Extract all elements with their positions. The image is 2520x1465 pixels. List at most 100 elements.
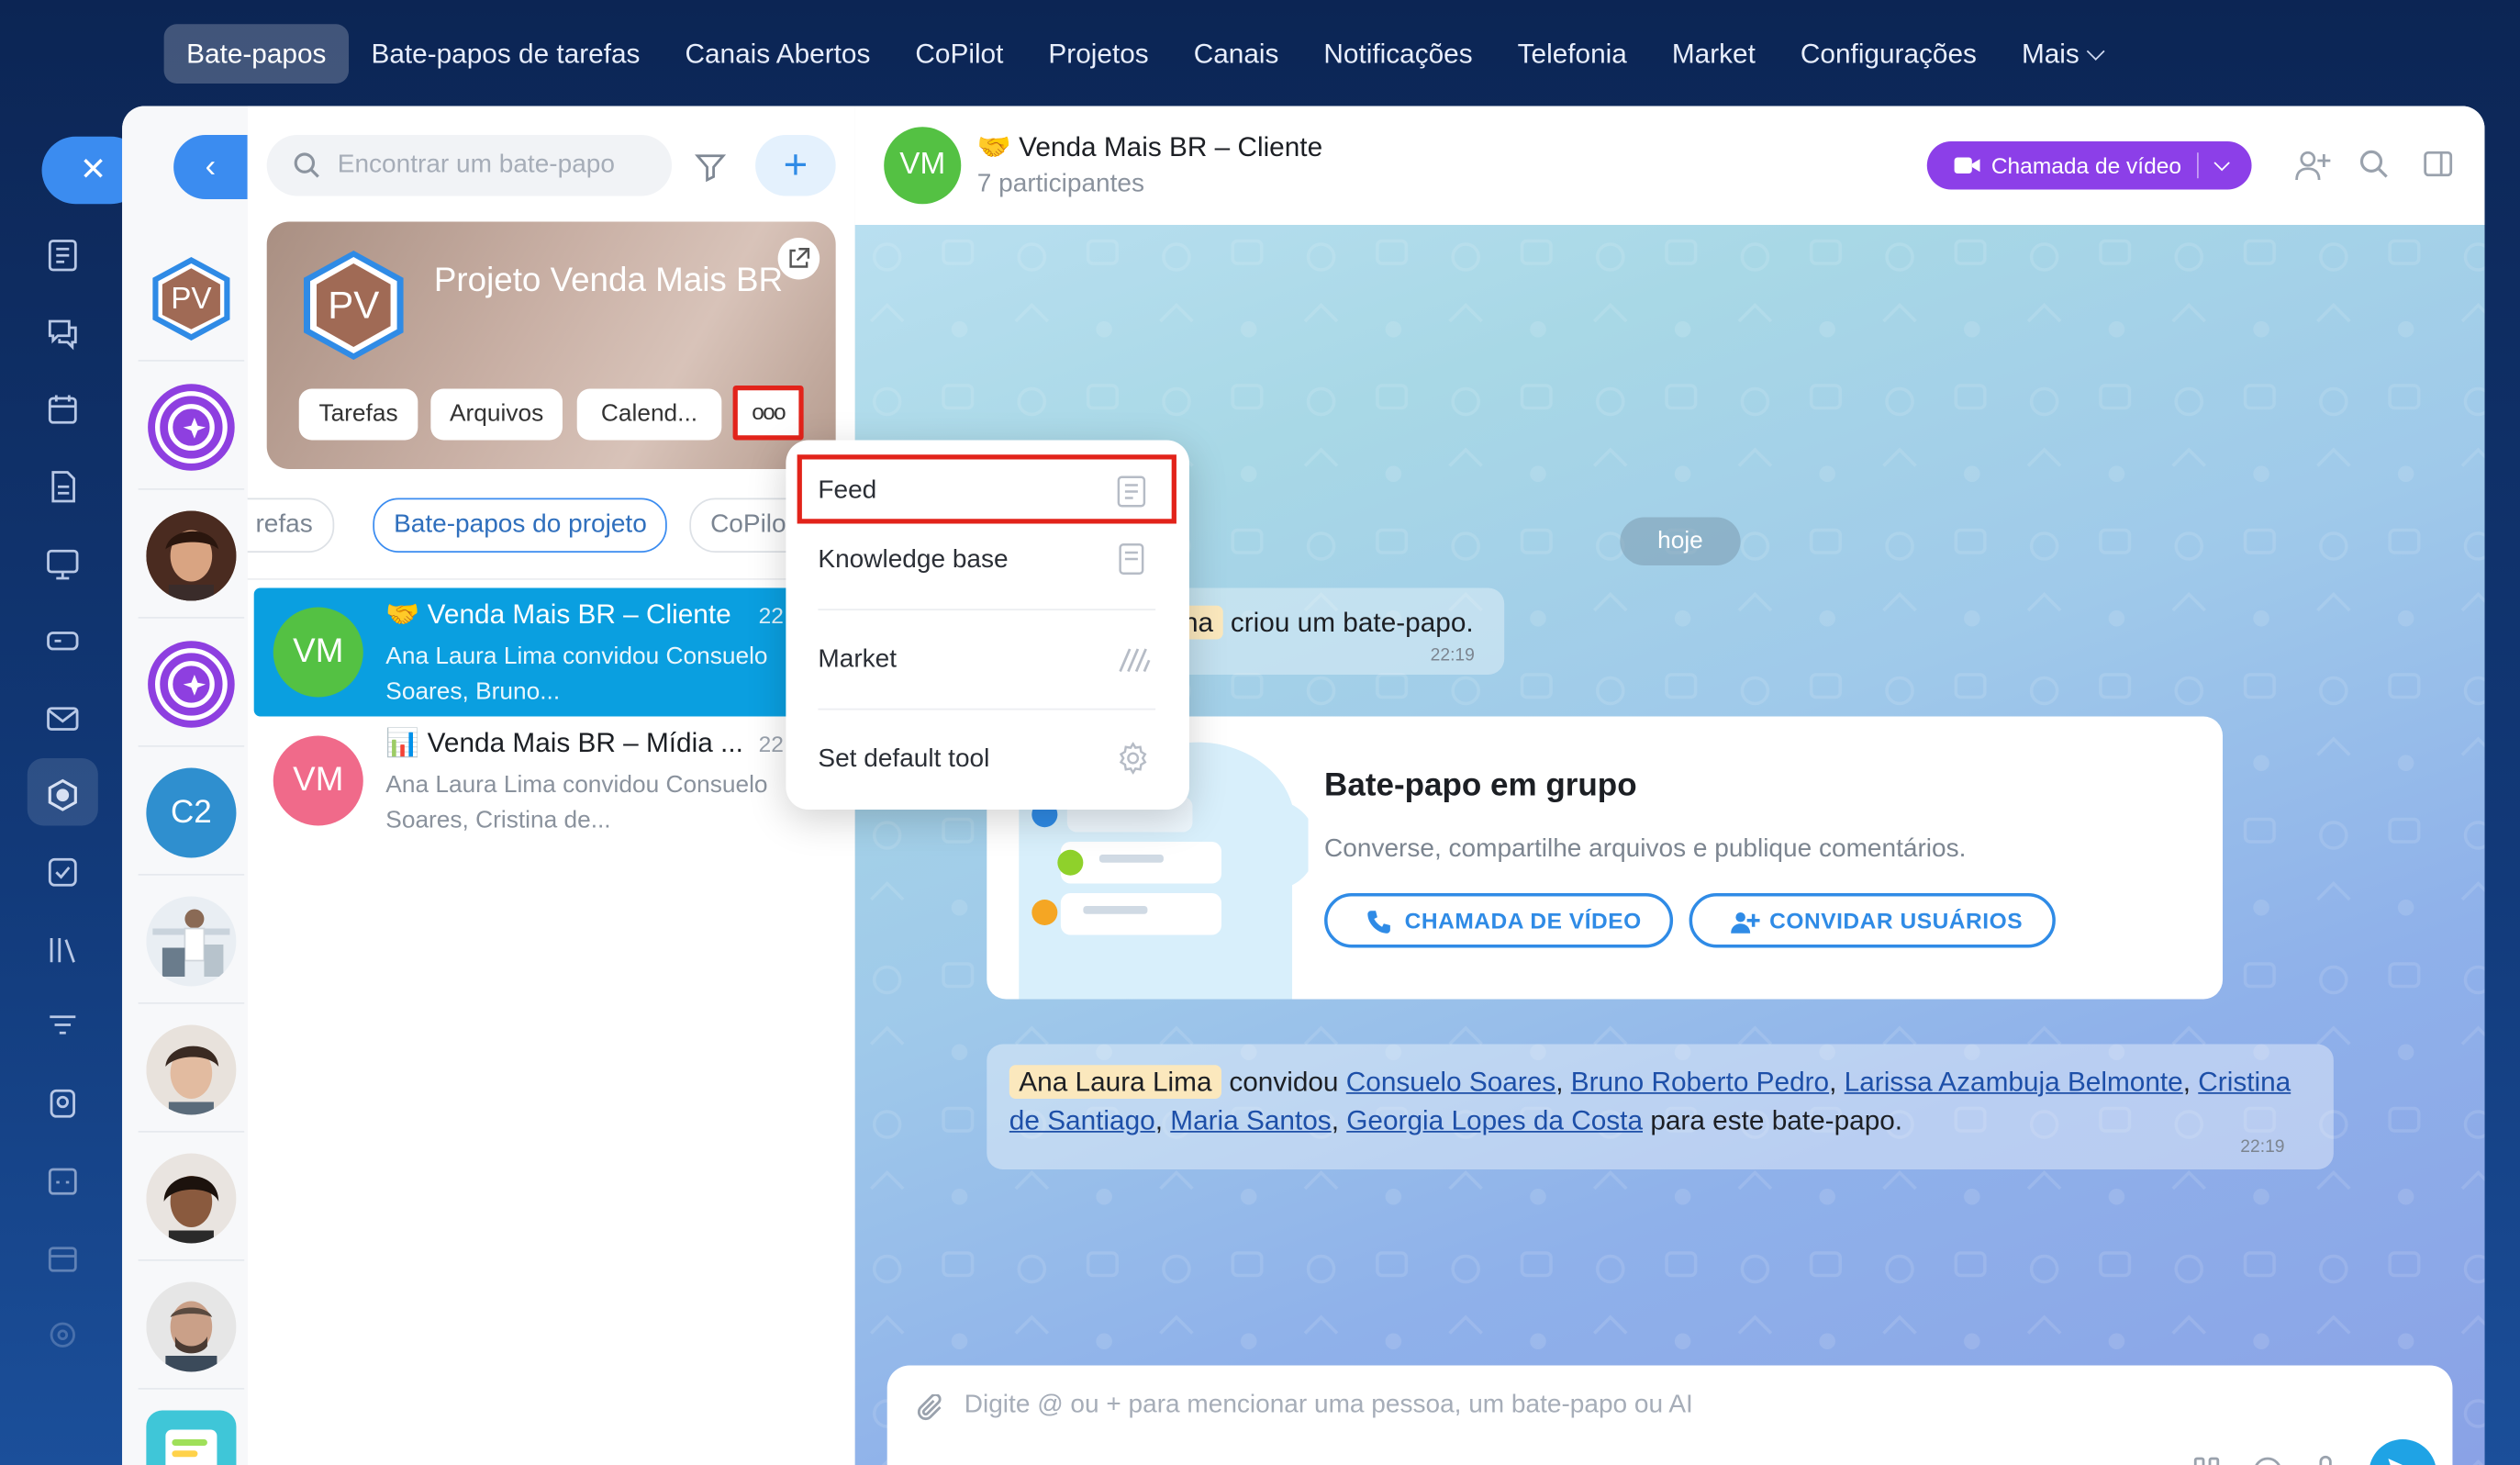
library-icon[interactable]	[45, 932, 81, 967]
message-input-placeholder[interactable]: Digite @ ou + para mencionar uma pessoa,…	[965, 1392, 1693, 1421]
nav-projetos[interactable]: Projetos	[1026, 24, 1171, 84]
chat-name: 📊 Venda Mais BR – Mídia ...	[385, 728, 743, 760]
send-button[interactable]	[2369, 1439, 2436, 1465]
feed-icon[interactable]	[45, 238, 81, 274]
search-input[interactable]: Encontrar um bate-papo	[266, 135, 673, 196]
nav-mais[interactable]: Mais	[1999, 24, 2124, 84]
card-invite-button[interactable]: CONVIDAR USUÁRIOS	[1689, 893, 2056, 948]
message-composer[interactable]: Digite @ ou + para mencionar uma pessoa,…	[886, 1365, 2453, 1465]
nav-notificacoes[interactable]: Notificações	[1301, 24, 1495, 84]
menu-item-feed[interactable]: Feed	[818, 477, 876, 507]
open-external-icon[interactable]	[777, 238, 820, 280]
project-calendar-button[interactable]: Calend...	[576, 388, 722, 441]
project-card: PV Projeto Venda Mais BR Tarefas Arquivo…	[266, 221, 836, 469]
separator	[138, 488, 245, 490]
invitee-link[interactable]: Consuelo Soares	[1346, 1067, 1555, 1097]
divider	[2196, 152, 2199, 179]
nav-bate-papos-tarefas[interactable]: Bate-papos de tarefas	[349, 24, 663, 84]
add-user-icon[interactable]	[2293, 148, 2332, 191]
system-message-time: 22:19	[1430, 645, 1475, 665]
card-video-call-button[interactable]: CHAMADA DE VÍDEO	[1324, 893, 1674, 948]
project-avatar-initials: PV	[328, 284, 379, 327]
chat-item-midia[interactable]: VM 📊 Venda Mais BR – Mídia ... 22 Ana La…	[254, 717, 845, 845]
avatar-user-woman-3[interactable]	[146, 1153, 237, 1244]
tab-bate-papos-projeto[interactable]: Bate-papos do projeto	[373, 498, 668, 553]
invite-text: Ana Laura Lima convidou Consuelo Soares,…	[1009, 1065, 2291, 1136]
settings-icon[interactable]	[45, 1317, 81, 1353]
schedule-icon[interactable]	[45, 1163, 81, 1199]
funnel-icon[interactable]	[45, 1009, 81, 1045]
tab-tarefas[interactable]: refas	[247, 498, 334, 553]
avatar-notes[interactable]	[146, 1410, 237, 1465]
chevron-down-icon[interactable]	[2213, 154, 2230, 172]
apps-grid-icon[interactable]	[2192, 1456, 2222, 1465]
paperclip-icon[interactable]	[916, 1394, 945, 1424]
nav-canais-abertos[interactable]: Canais Abertos	[663, 24, 893, 84]
sidebar-toggle-icon[interactable]	[2422, 148, 2454, 188]
avatar-c2[interactable]: C2	[146, 767, 237, 858]
chat-time: 22	[758, 602, 784, 629]
search-placeholder: Encontrar um bate-papo	[337, 151, 615, 179]
invitee-link[interactable]: Maria Santos	[1170, 1105, 1331, 1135]
chat-header-avatar[interactable]: VM	[884, 127, 962, 205]
left-icon-rail	[0, 106, 122, 1465]
search-icon	[294, 152, 319, 178]
microphone-icon[interactable]	[2313, 1455, 2338, 1465]
project-tasks-button[interactable]: Tarefas	[298, 388, 418, 441]
video-call-label: Chamada de vídeo	[1990, 152, 2182, 179]
search-icon[interactable]	[2358, 148, 2390, 188]
nav-copilot[interactable]: CoPilot	[893, 24, 1026, 84]
book-icon	[1117, 543, 1146, 584]
calendar-icon[interactable]	[45, 392, 81, 428]
avatar-user-woman-1[interactable]	[146, 510, 237, 601]
separator	[138, 1131, 245, 1133]
avatar-project-pv[interactable]: PV	[146, 254, 236, 344]
board-icon[interactable]	[45, 546, 81, 582]
avatar-group-photo[interactable]	[146, 896, 237, 987]
mail-icon[interactable]	[45, 700, 81, 736]
new-chat-button[interactable]: +	[755, 135, 836, 196]
menu-item-market[interactable]: Market	[818, 646, 897, 676]
project-avatar[interactable]: PV	[299, 248, 408, 372]
invitee-link[interactable]: Georgia Lopes da Costa	[1346, 1105, 1643, 1135]
nav-canais[interactable]: Canais	[1171, 24, 1301, 84]
filter-icon[interactable]	[695, 151, 727, 192]
chat-item-cliente[interactable]: VM 🤝 Venda Mais BR – Cliente 22 Ana Laur…	[253, 587, 846, 717]
chat-background: hoje na criou um bate-papo. 22:19 Bate-p…	[854, 225, 2485, 1465]
invitee-link[interactable]: Larissa Azambuja Belmonte	[1845, 1067, 2183, 1097]
collapse-button[interactable]: ‹	[173, 135, 248, 199]
invite-tail: para este bate-papo.	[1650, 1105, 1903, 1136]
store-icon[interactable]	[45, 1240, 81, 1276]
emoji-icon[interactable]	[2252, 1456, 2284, 1465]
participants-count[interactable]: 7 participantes	[977, 171, 1144, 200]
invite-author[interactable]: Ana Laura Lima	[1009, 1065, 1222, 1099]
chat-icon[interactable]	[45, 315, 81, 351]
chat-emoji: 🤝	[385, 598, 420, 630]
divider	[247, 578, 855, 580]
tasks-icon[interactable]	[45, 855, 81, 890]
chat-title[interactable]: 🤝 Venda Mais BR – Cliente	[977, 132, 1322, 164]
nav-bate-papos[interactable]: Bate-papos	[163, 24, 349, 84]
project-files-button[interactable]: Arquivos	[430, 388, 563, 441]
separator	[138, 1002, 245, 1004]
avatar-user-woman-2[interactable]	[146, 1024, 237, 1115]
project-more-button[interactable]: ooo	[732, 386, 804, 441]
invitee-link[interactable]: Bruno Roberto Pedro	[1571, 1067, 1829, 1097]
card-subtitle: Converse, compartilhe arquivos e publiqu…	[1324, 835, 1967, 863]
contacts-icon[interactable]	[45, 1086, 81, 1122]
document-icon[interactable]	[45, 469, 81, 505]
card-video-call-label: CHAMADA DE VÍDEO	[1404, 907, 1642, 934]
hexagon-icon[interactable]	[45, 777, 81, 813]
video-call-button[interactable]: Chamada de vídeo	[1926, 141, 2252, 190]
avatar-copilot[interactable]	[146, 383, 236, 473]
menu-item-set-default-tool[interactable]: Set default tool	[818, 745, 989, 775]
drive-icon[interactable]	[45, 623, 81, 659]
avatar-user-man[interactable]	[146, 1281, 237, 1372]
nav-configuracoes[interactable]: Configurações	[1778, 24, 1999, 84]
avatar-copilot-2[interactable]	[146, 640, 236, 730]
messenger-window: ‹ PV C2 Encontrar um bate-papo + PV Proj…	[122, 106, 2485, 1465]
menu-item-knowledge-base[interactable]: Knowledge base	[818, 546, 1008, 576]
system-message-created: na criou um bate-papo. 22:19	[1173, 587, 1505, 675]
nav-market[interactable]: Market	[1649, 24, 1778, 84]
nav-telefonia[interactable]: Telefonia	[1495, 24, 1649, 84]
